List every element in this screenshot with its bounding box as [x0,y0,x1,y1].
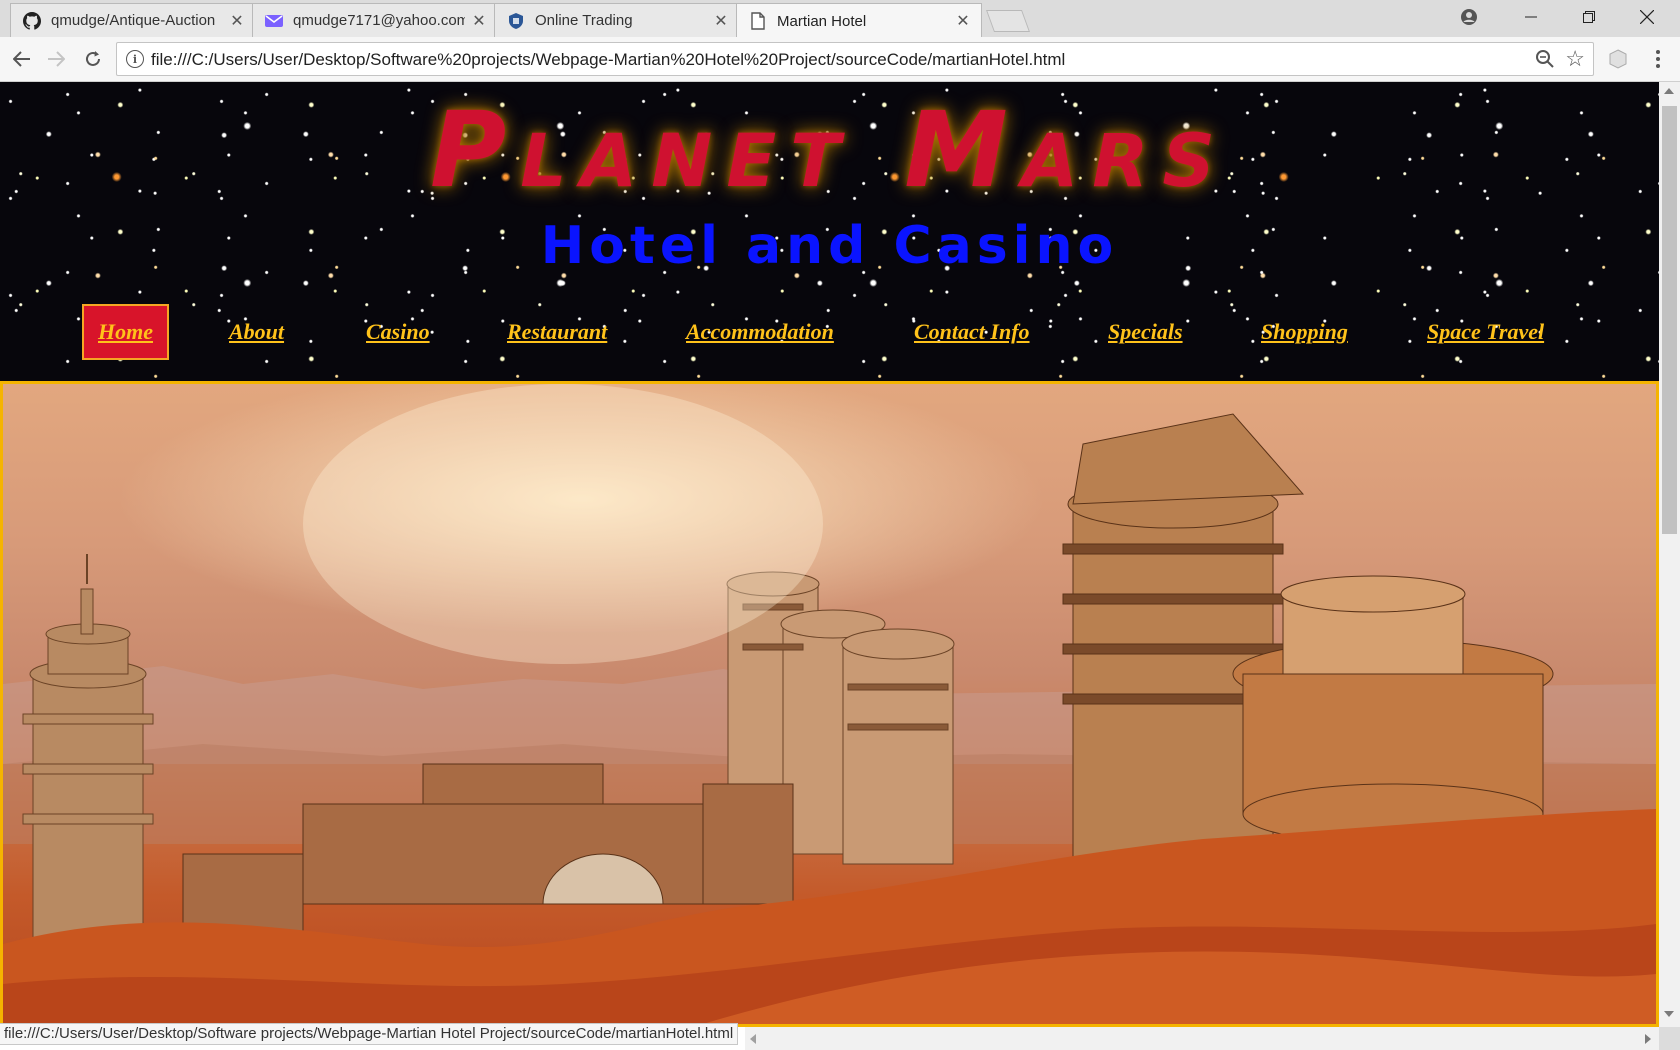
close-icon[interactable]: ✕ [471,11,487,31]
scrollbar-corner [1659,1027,1680,1050]
nav-contact-info[interactable]: Contact Info [914,304,1030,360]
scroll-left-icon[interactable] [750,1034,756,1044]
close-window-icon[interactable] [1618,0,1676,34]
status-bubble: file:///C:/Users/User/Desktop/Software p… [0,1023,739,1045]
horizontal-scrollbar[interactable] [745,1027,1659,1050]
github-icon [23,11,41,30]
reload-icon[interactable] [77,43,109,75]
nav-shopping[interactable]: Shopping [1261,304,1348,360]
minimize-icon[interactable] [1502,0,1560,34]
nav-accommodation[interactable]: Accommodation [686,304,834,360]
info-icon[interactable]: i [126,50,144,68]
shield-icon [507,12,525,30]
scroll-up-icon[interactable] [1664,88,1674,94]
site-header: Planet Mars Hotel and Casino Home About … [0,82,1659,381]
tab-title: Martian Hotel [777,12,867,30]
extension-icon[interactable] [1602,43,1634,75]
nav-about[interactable]: About [229,304,284,360]
scrollbar-thumb[interactable] [1662,106,1677,534]
main-nav: Home About Casino Restaurant Accommodati… [0,304,1659,360]
bookmark-star-icon[interactable]: ☆ [1565,46,1585,72]
forward-icon[interactable] [40,43,72,75]
mars-city-illustration [3,384,1656,1024]
nav-home[interactable]: Home [82,304,169,360]
vertical-scrollbar[interactable] [1659,82,1680,1027]
scroll-down-icon[interactable] [1664,1011,1674,1017]
restore-icon[interactable] [1560,0,1618,34]
menu-icon[interactable] [1642,43,1674,75]
tab-martian-hotel[interactable]: Martian Hotel ✕ [736,3,982,38]
tab-title: qmudge/Antique-Auction [51,12,216,29]
tab-strip: qmudge/Antique-Auction ✕ qmudge7171@yaho… [0,0,1680,38]
mail-icon [265,12,283,30]
scroll-right-icon[interactable] [1645,1034,1651,1044]
browser-toolbar: i file:///C:/Users/User/Desktop/Software… [0,37,1680,82]
nav-casino[interactable]: Casino [366,304,430,360]
nav-restaurant[interactable]: Restaurant [507,304,607,360]
back-icon[interactable] [6,43,38,75]
hero-image [0,381,1659,1027]
site-subtitle: Hotel and Casino [540,216,1119,276]
profile-icon[interactable] [1440,0,1498,34]
nav-space-travel[interactable]: Space Travel [1427,304,1544,360]
tab-mail[interactable]: qmudge7171@yahoo.com ✕ [252,3,498,37]
close-icon[interactable]: ✕ [713,11,729,31]
tab-github[interactable]: qmudge/Antique-Auction ✕ [10,3,256,37]
page-viewport: Planet Mars Hotel and Casino Home About … [0,82,1659,1027]
close-icon[interactable]: ✕ [229,11,245,31]
url-text[interactable]: file:///C:/Users/User/Desktop/Software%2… [151,50,1065,70]
tab-online-trading[interactable]: Online Trading ✕ [494,3,740,37]
site-title: Planet Mars [430,89,1229,211]
zoom-icon[interactable] [1535,49,1557,71]
nav-specials[interactable]: Specials [1108,304,1183,360]
close-icon[interactable]: ✕ [955,11,971,31]
tab-title: Online Trading [535,12,633,29]
page-icon [749,12,767,30]
new-tab-button[interactable] [985,10,1031,32]
address-bar[interactable]: i file:///C:/Users/User/Desktop/Software… [116,42,1594,76]
tab-title: qmudge7171@yahoo.com [293,12,465,29]
